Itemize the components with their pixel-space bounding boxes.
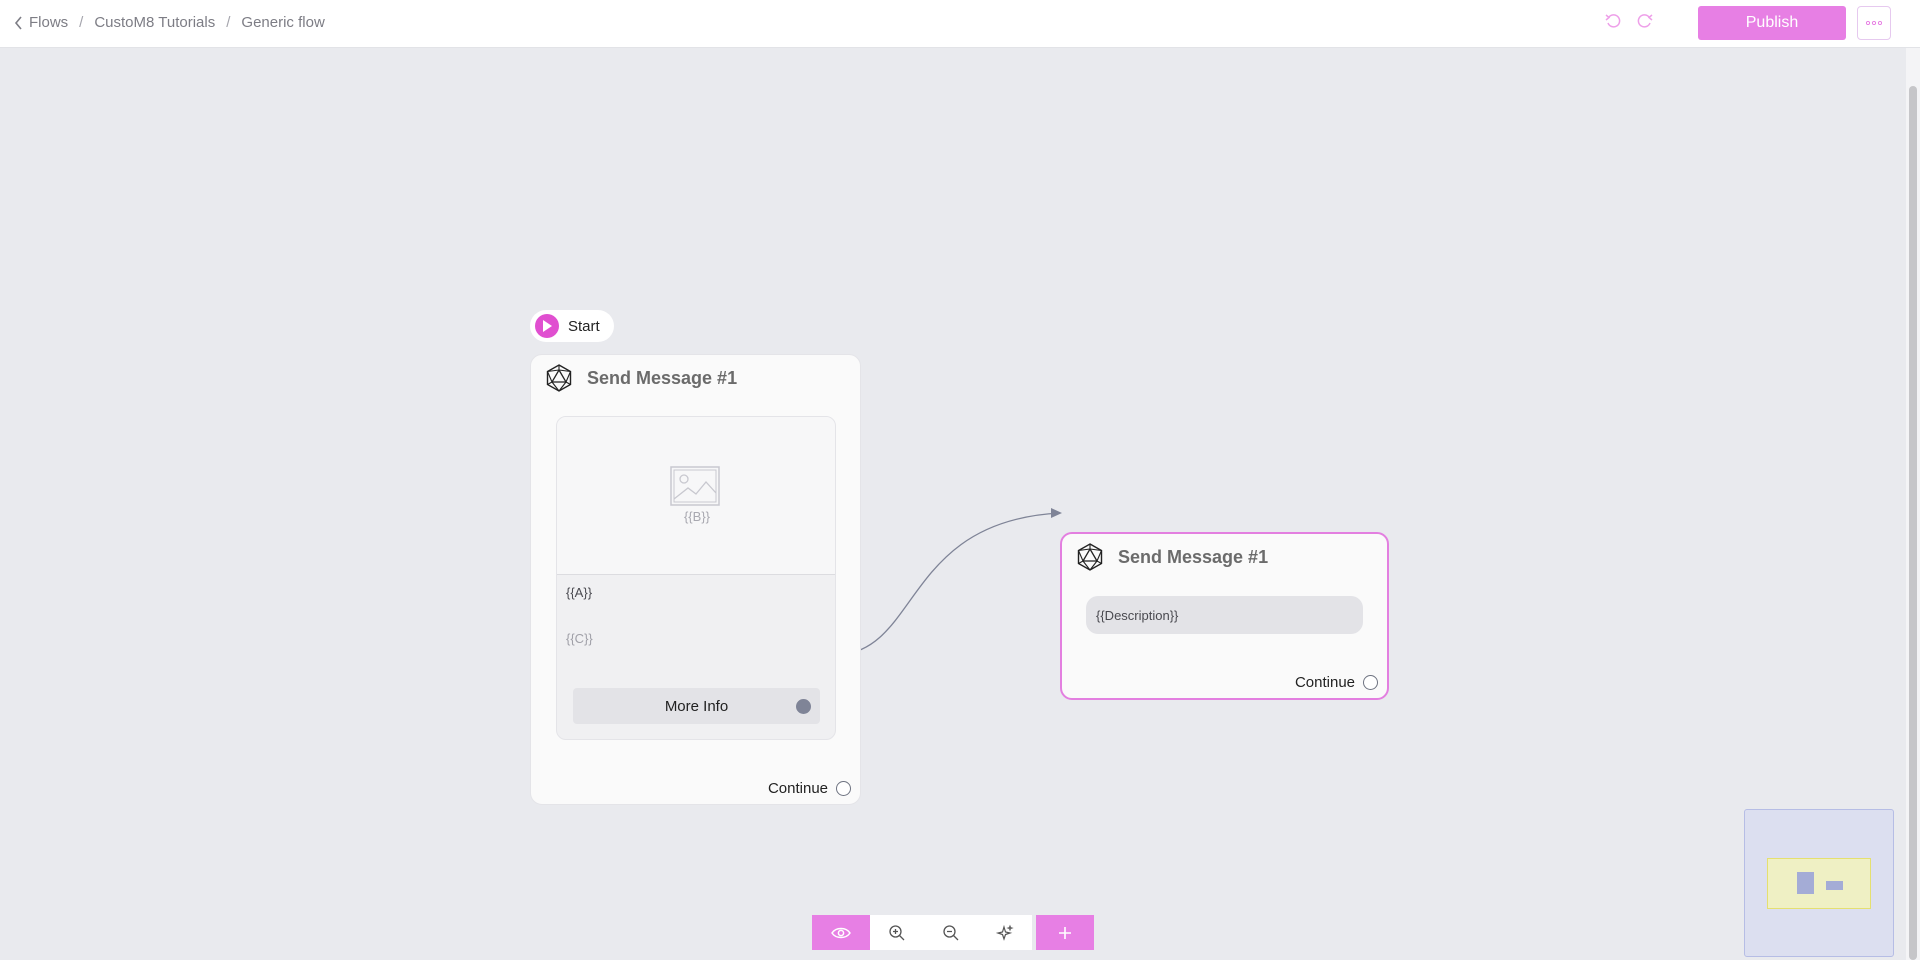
breadcrumb-separator: /: [226, 14, 231, 31]
send-message-node-selected[interactable]: Send Message #1 {{Description}} Continue: [1060, 532, 1389, 700]
auto-layout-button[interactable]: [978, 915, 1032, 950]
play-icon: [535, 314, 559, 338]
continue-output: Continue: [1295, 674, 1378, 691]
send-message-node[interactable]: Send Message #1 {{B}} {{A}} {{C}} More I…: [530, 354, 861, 805]
node-header: Send Message #1: [531, 355, 860, 401]
button-output-handle[interactable]: [796, 699, 811, 714]
more-horizontal-icon: [1866, 21, 1882, 25]
breadcrumb-separator: /: [79, 14, 84, 31]
history-controls: [1604, 12, 1654, 30]
plus-icon: [1059, 926, 1071, 939]
minimap-viewport[interactable]: [1767, 858, 1871, 909]
node-title: Send Message #1: [1118, 546, 1269, 567]
node-header: Send Message #1: [1062, 534, 1387, 580]
icosahedron-icon: [546, 364, 572, 392]
add-node-button[interactable]: [1036, 915, 1094, 950]
icosahedron-icon: [1077, 543, 1103, 571]
publish-button[interactable]: Publish: [1698, 6, 1846, 40]
breadcrumb-item-current: Generic flow: [241, 14, 325, 31]
continue-handle[interactable]: [836, 781, 851, 796]
connection-edge[interactable]: [0, 48, 1906, 960]
zoom-out-icon: [943, 924, 959, 940]
zoom-in-button[interactable]: [870, 915, 924, 950]
scrollbar-thumb[interactable]: [1909, 86, 1917, 960]
flow-canvas[interactable]: Start Send Message #1 {{B}} {{A}} {{C}} …: [0, 48, 1906, 960]
canvas-toolbar: [812, 915, 1094, 950]
continue-handle[interactable]: [1363, 675, 1378, 690]
message-card: {{B}} {{A}} {{C}} More Info: [556, 416, 836, 740]
image-icon: [670, 466, 720, 506]
zoom-in-icon: [889, 924, 905, 940]
breadcrumb: Flows / CustoM8 Tutorials / Generic flow: [14, 0, 325, 45]
title-variable: {{A}}: [566, 585, 593, 600]
sparkle-icon: [996, 924, 1014, 941]
more-info-label: More Info: [664, 697, 729, 715]
continue-label: Continue: [1294, 674, 1355, 691]
chevron-left-icon: [14, 15, 22, 30]
eye-icon: [831, 927, 851, 938]
image-placeholder[interactable]: {{B}}: [557, 417, 835, 575]
preview-button[interactable]: [812, 915, 870, 950]
continue-label: Continue: [767, 780, 828, 797]
zoom-out-button[interactable]: [924, 915, 978, 950]
breadcrumb-item-tutorials[interactable]: CustoM8 Tutorials: [94, 14, 215, 31]
minimap-node: [1797, 872, 1814, 894]
more-info-button[interactable]: More Info: [573, 688, 820, 724]
minimap[interactable]: [1744, 809, 1894, 957]
vertical-scrollbar[interactable]: [1906, 48, 1920, 960]
breadcrumb-item-flows[interactable]: Flows: [14, 14, 68, 31]
redo-icon[interactable]: [1636, 12, 1654, 30]
start-node[interactable]: Start: [530, 310, 614, 342]
image-variable: {{B}}: [683, 509, 711, 524]
start-label: Start: [568, 317, 600, 335]
continue-output: Continue: [768, 780, 851, 797]
minimap-node: [1826, 881, 1843, 890]
subtitle-variable: {{C}}: [566, 631, 593, 646]
more-options-button[interactable]: [1857, 6, 1891, 40]
undo-icon[interactable]: [1604, 12, 1622, 30]
description-variable[interactable]: {{Description}}: [1086, 596, 1363, 634]
top-bar: Flows / CustoM8 Tutorials / Generic flow…: [0, 0, 1920, 48]
node-title: Send Message #1: [587, 367, 738, 388]
